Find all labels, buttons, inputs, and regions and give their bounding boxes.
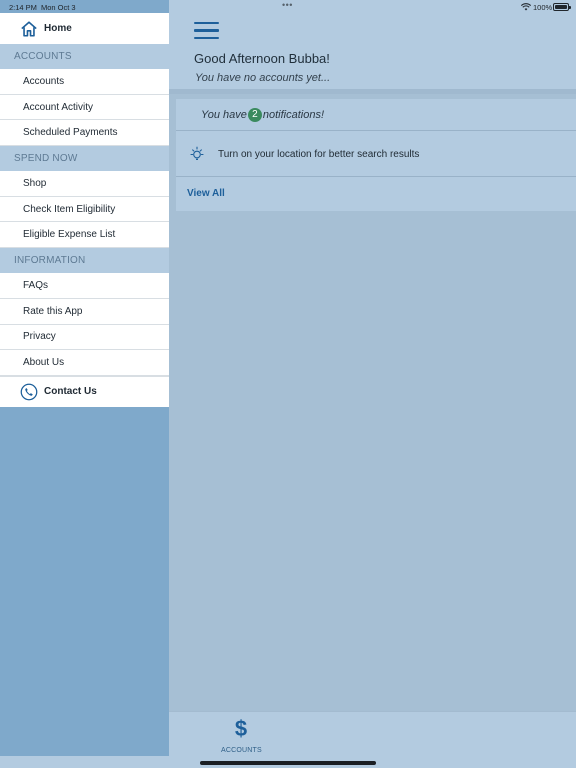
status-time: 2:14 PM [9, 3, 37, 12]
menu-icon[interactable] [194, 22, 219, 40]
home-indicator[interactable] [200, 761, 376, 765]
dollar-icon: $ [234, 716, 248, 741]
battery-percent: 100% [533, 3, 553, 12]
phone-icon [20, 383, 38, 401]
drawer-item-eligible-expense-list[interactable]: Eligible Expense List [0, 222, 169, 249]
drawer-item-contact-us[interactable]: Contact Us [0, 375, 169, 407]
notifications-card: You have 2 notifications! Turn on your l… [176, 99, 576, 211]
greeting-title: Good Afternoon Bubba! [194, 51, 330, 66]
drawer-item-rate-this-app[interactable]: Rate this App [0, 299, 169, 325]
wifi-icon [521, 3, 531, 11]
location-prompt-text: Turn on your location for better search … [218, 148, 420, 160]
drawer-item-label: Home [44, 23, 72, 34]
location-notification[interactable]: Turn on your location for better search … [176, 132, 576, 177]
section-header-accounts: ACCOUNTS [0, 44, 169, 69]
drawer-item-scheduled-payments[interactable]: Scheduled Payments [0, 120, 169, 147]
notifications-summary[interactable]: You have 2 notifications! [176, 99, 576, 131]
notifications-prefix: You have [201, 108, 247, 121]
drawer-item-account-activity[interactable]: Account Activity [0, 95, 169, 121]
main-panel: Good Afternoon Bubba! You have no accoun… [163, 0, 576, 768]
drawer-item-about-us[interactable]: About Us [0, 350, 169, 376]
drawer-item-check-item-eligibility[interactable]: Check Item Eligibility [0, 197, 169, 223]
tab-accounts[interactable]: $ ACCOUNTS [221, 716, 262, 757]
drawer-item-shop[interactable]: Shop [0, 171, 169, 197]
no-accounts-message: You have no accounts yet... [195, 72, 331, 84]
status-date: Mon Oct 3 [41, 3, 76, 12]
side-drawer: Home ACCOUNTS Accounts Account Activity … [0, 0, 169, 768]
notification-count-badge: 2 [247, 107, 262, 122]
home-header: Good Afternoon Bubba! You have no accoun… [169, 0, 576, 94]
view-all-link[interactable]: View All [187, 188, 225, 199]
drawer-menu: Home ACCOUNTS Accounts Account Activity … [0, 13, 169, 407]
tab-bar: $ ACCOUNTS [169, 711, 576, 768]
multitasking-dots[interactable]: ••• [282, 0, 293, 10]
section-header-spend-now: SPEND NOW [0, 146, 169, 172]
drawer-item-privacy[interactable]: Privacy [0, 325, 169, 351]
tab-accounts-label: ACCOUNTS [221, 747, 262, 754]
status-bar: 2:14 PM Mon Oct 3 ••• 100% [0, 0, 576, 13]
lightbulb-icon [190, 146, 204, 160]
drawer-item-home[interactable]: Home [0, 13, 169, 44]
section-header-information: INFORMATION [0, 248, 169, 274]
drawer-item-faqs[interactable]: FAQs [0, 273, 169, 299]
drawer-item-accounts[interactable]: Accounts [0, 69, 169, 95]
battery-icon [553, 3, 571, 11]
notifications-suffix: notifications! [262, 108, 325, 121]
home-icon [21, 20, 37, 37]
drawer-item-label: Contact Us [44, 386, 97, 398]
drawer-bottom-strip [0, 756, 169, 768]
